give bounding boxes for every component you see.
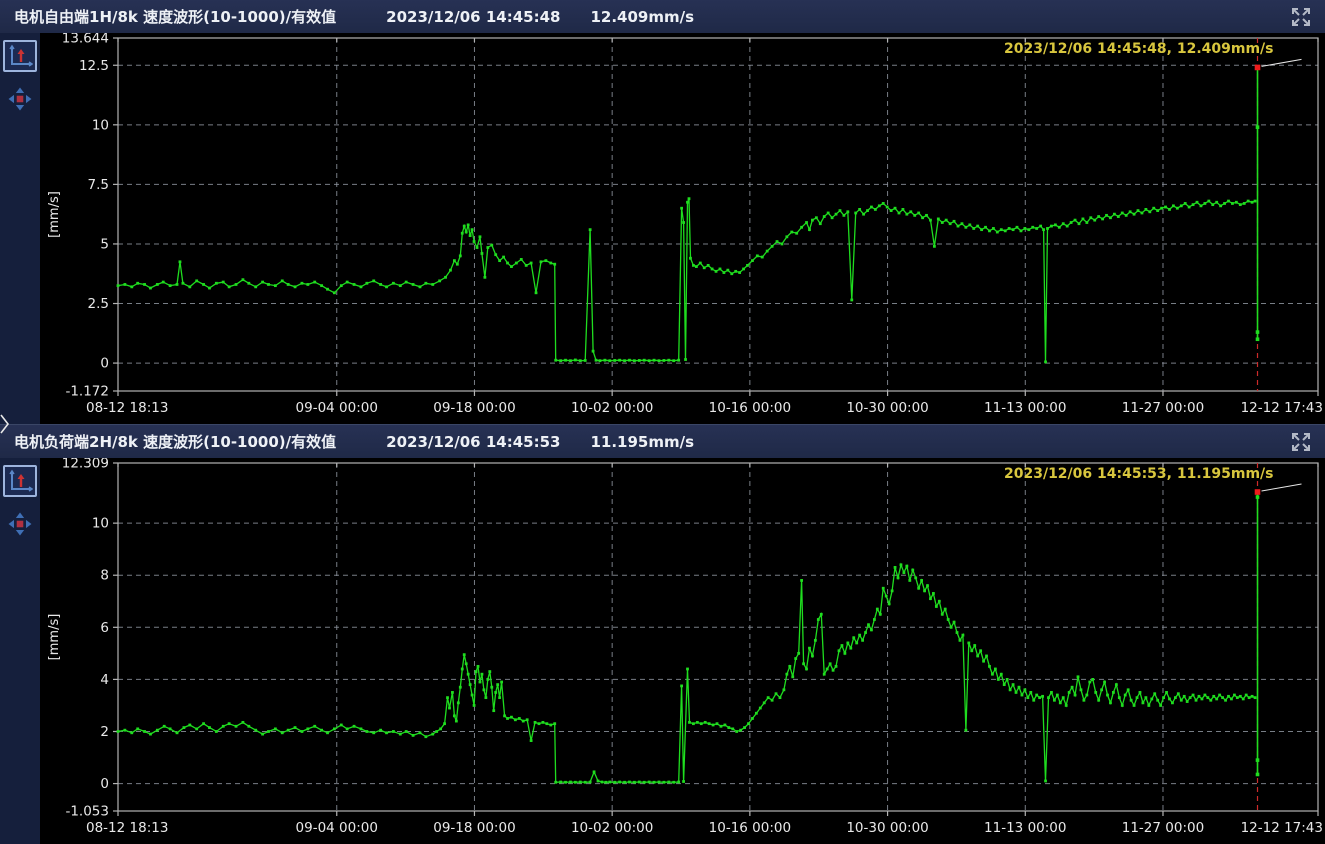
svg-text:09-18 00:00: 09-18 00:00 bbox=[433, 400, 515, 416]
svg-text:10-16 00:00: 10-16 00:00 bbox=[709, 400, 791, 416]
svg-text:8: 8 bbox=[100, 568, 109, 584]
chart-region: 12.309 10 8 6 4 2 0 -1.05308-12 18:13 09-04 00:0… bbox=[0, 458, 1325, 844]
svg-text:0: 0 bbox=[100, 356, 109, 372]
svg-text:10-02 00:00: 10-02 00:00 bbox=[571, 400, 653, 416]
chart-timestamp: 2023/12/06 14:45:48 bbox=[386, 8, 560, 26]
svg-text:[mm/s]: [mm/s] bbox=[47, 614, 62, 661]
chart-title: 电机自由端1H/8k 速度波形(10-1000)/有效值 bbox=[14, 6, 336, 27]
svg-text:2.5: 2.5 bbox=[88, 296, 109, 312]
chevron-right-icon[interactable] bbox=[0, 413, 10, 439]
axis-autoscale-icon[interactable] bbox=[3, 465, 37, 497]
svg-text:6: 6 bbox=[100, 620, 109, 636]
move-pan-icon[interactable] bbox=[7, 86, 33, 112]
chart-toolstrip bbox=[0, 458, 40, 844]
svg-text:7.5: 7.5 bbox=[88, 177, 109, 193]
svg-text:2023/12/06 14:45:53, 11.195mm/: 2023/12/06 14:45:53, 11.195mm/s bbox=[1004, 466, 1274, 482]
expand-arrows-icon[interactable] bbox=[1289, 5, 1313, 29]
svg-text:12.309: 12.309 bbox=[62, 458, 109, 472]
svg-text:08-12 18:13: 08-12 18:13 bbox=[86, 820, 168, 836]
svg-text:10-02 00:00: 10-02 00:00 bbox=[571, 820, 653, 836]
svg-text:2023/12/06 14:45:48, 12.409mm/: 2023/12/06 14:45:48, 12.409mm/s bbox=[1004, 41, 1274, 57]
svg-text:11-27 00:00: 11-27 00:00 bbox=[1122, 400, 1204, 416]
svg-text:4: 4 bbox=[100, 672, 109, 688]
chart-toolstrip bbox=[0, 33, 40, 424]
axis-autoscale-icon[interactable] bbox=[3, 40, 37, 72]
chart-timestamp: 2023/12/06 14:45:53 bbox=[386, 433, 560, 451]
expand-arrows-icon[interactable] bbox=[1289, 430, 1313, 454]
chart-current-value: 12.409mm/s bbox=[590, 8, 694, 26]
svg-text:10: 10 bbox=[92, 117, 109, 133]
svg-text:11-13 00:00: 11-13 00:00 bbox=[984, 400, 1066, 416]
panel-motor-load-end: 电机负荷端2H/8k 速度波形(10-1000)/有效值 2023/12/06 … bbox=[0, 424, 1325, 844]
svg-text:11-27 00:00: 11-27 00:00 bbox=[1122, 820, 1204, 836]
svg-text:13.644: 13.644 bbox=[62, 33, 109, 47]
svg-text:09-18 00:00: 09-18 00:00 bbox=[433, 820, 515, 836]
svg-text:2: 2 bbox=[100, 724, 109, 740]
svg-text:10: 10 bbox=[92, 516, 109, 532]
svg-text:08-12 18:13: 08-12 18:13 bbox=[86, 400, 168, 416]
titlebar-motor-load-end: 电机负荷端2H/8k 速度波形(10-1000)/有效值 2023/12/06 … bbox=[0, 424, 1325, 458]
svg-text:10-16 00:00: 10-16 00:00 bbox=[709, 820, 791, 836]
svg-text:12-12 17:43: 12-12 17:43 bbox=[1241, 820, 1323, 836]
trend-plot-motor-load-end[interactable]: 12.309 10 8 6 4 2 0 -1.05308-12 18:13 09-04 00:0… bbox=[40, 458, 1325, 844]
svg-text:[mm/s]: [mm/s] bbox=[47, 191, 62, 238]
trend-plot-motor-free-end[interactable]: 13.644 12.5 10 7.5 5 2.5 0 -1.17208-12 18:13 09-… bbox=[40, 33, 1325, 424]
svg-text:12-12 17:43: 12-12 17:43 bbox=[1241, 400, 1323, 416]
chart-title: 电机负荷端2H/8k 速度波形(10-1000)/有效值 bbox=[14, 431, 336, 452]
move-pan-icon[interactable] bbox=[7, 511, 33, 537]
svg-text:09-04 00:00: 09-04 00:00 bbox=[296, 820, 378, 836]
svg-text:10-30 00:00: 10-30 00:00 bbox=[846, 820, 928, 836]
svg-text:10-30 00:00: 10-30 00:00 bbox=[846, 400, 928, 416]
svg-text:-1.172: -1.172 bbox=[65, 384, 109, 400]
svg-text:09-04 00:00: 09-04 00:00 bbox=[296, 400, 378, 416]
svg-text:5: 5 bbox=[100, 236, 109, 252]
chart-current-value: 11.195mm/s bbox=[590, 433, 694, 451]
titlebar-motor-free-end: 电机自由端1H/8k 速度波形(10-1000)/有效值 2023/12/06 … bbox=[0, 0, 1325, 33]
svg-text:12.5: 12.5 bbox=[79, 58, 109, 74]
svg-text:0: 0 bbox=[100, 776, 109, 792]
svg-text:-1.053: -1.053 bbox=[65, 804, 109, 820]
svg-text:11-13 00:00: 11-13 00:00 bbox=[984, 820, 1066, 836]
panel-motor-free-end: 电机自由端1H/8k 速度波形(10-1000)/有效值 2023/12/06 … bbox=[0, 0, 1325, 424]
chart-region: 13.644 12.5 10 7.5 5 2.5 0 -1.17208-12 18:13 09-… bbox=[0, 33, 1325, 424]
